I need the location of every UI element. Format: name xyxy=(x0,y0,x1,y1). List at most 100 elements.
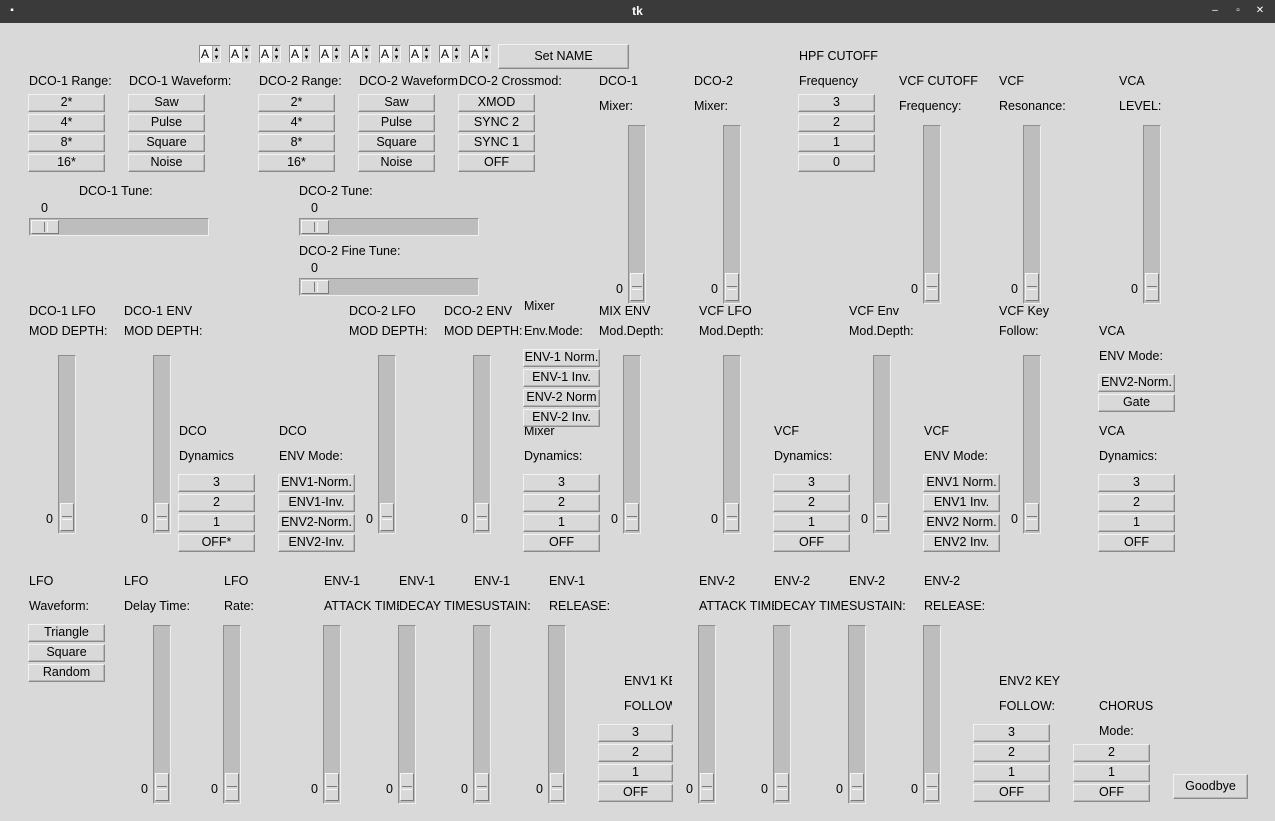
button-vcf-dyn-3[interactable]: OFF xyxy=(773,534,850,552)
button-vcf-dyn-0[interactable]: 3 xyxy=(773,474,850,492)
slider-env2-dec[interactable] xyxy=(773,625,791,804)
spinner-arrows-icon[interactable]: ▲ ▼ xyxy=(452,46,460,62)
button-dco-dyn-2[interactable]: 1 xyxy=(178,514,255,532)
button-vcf-envmode-0[interactable]: ENV1 Norm. xyxy=(923,474,1000,492)
button-dco1-wave-0[interactable]: Saw xyxy=(128,94,205,112)
button-env2key-1[interactable]: 2 xyxy=(973,744,1050,762)
button-dco-envmode-0[interactable]: ENV1-Norm. xyxy=(278,474,355,492)
button-dco2-wave-0[interactable]: Saw xyxy=(358,94,435,112)
char-spinner-1[interactable]: A ▲ ▼ xyxy=(199,45,221,63)
slider-dco2-env[interactable] xyxy=(473,355,491,534)
button-dco2-xmod-3[interactable]: OFF xyxy=(458,154,535,172)
slider-thumb[interactable] xyxy=(60,503,74,531)
button-env2key-3[interactable]: OFF xyxy=(973,784,1050,802)
char-spinner-4[interactable]: A ▲ ▼ xyxy=(289,45,311,63)
slider-thumb[interactable] xyxy=(700,773,714,801)
button-lfo-wave-0[interactable]: Triangle xyxy=(28,624,105,642)
slider-thumb[interactable] xyxy=(925,273,939,301)
close-icon[interactable]: ✕ xyxy=(1254,5,1266,17)
slider-lfo-rate[interactable] xyxy=(223,625,241,804)
button-dco2-wave-3[interactable]: Noise xyxy=(358,154,435,172)
spinner-arrows-icon[interactable]: ▲ ▼ xyxy=(392,46,400,62)
button-lfo-wave-2[interactable]: Random xyxy=(28,664,105,682)
button-env2key-2[interactable]: 1 xyxy=(973,764,1050,782)
button-dco-dyn-0[interactable]: 3 xyxy=(178,474,255,492)
spinner-arrows-icon[interactable]: ▲ ▼ xyxy=(302,46,310,62)
button-vcf-dyn-1[interactable]: 2 xyxy=(773,494,850,512)
button-vcf-envmode-1[interactable]: ENV1 Inv. xyxy=(923,494,1000,512)
button-lfo-wave-1[interactable]: Square xyxy=(28,644,105,662)
slider-thumb[interactable] xyxy=(301,280,329,294)
button-chorus-0[interactable]: 2 xyxy=(1073,744,1150,762)
char-spinner-5[interactable]: A ▲ ▼ xyxy=(319,45,341,63)
button-dco2-range-0[interactable]: 2* xyxy=(258,94,335,112)
button-hpf-3[interactable]: 0 xyxy=(798,154,875,172)
button-dco-envmode-3[interactable]: ENV2-Inv. xyxy=(278,534,355,552)
button-dco1-wave-3[interactable]: Noise xyxy=(128,154,205,172)
button-mix-dyn-0[interactable]: 3 xyxy=(523,474,600,492)
slider-vcf-res[interactable] xyxy=(1023,125,1041,304)
slider-dco2-tune[interactable] xyxy=(299,218,479,236)
char-spinner-6[interactable]: A ▲ ▼ xyxy=(349,45,371,63)
button-vcf-dyn-2[interactable]: 1 xyxy=(773,514,850,532)
button-mix-envmode-3[interactable]: ENV-2 Inv. xyxy=(523,409,600,427)
slider-thumb[interactable] xyxy=(380,503,394,531)
button-mix-envmode-1[interactable]: ENV-1 Inv. xyxy=(523,369,600,387)
slider-thumb[interactable] xyxy=(31,220,59,234)
button-hpf-0[interactable]: 3 xyxy=(798,94,875,112)
button-dco-dyn-3[interactable]: OFF* xyxy=(178,534,255,552)
goodbye-button[interactable]: Goodbye xyxy=(1173,774,1248,799)
slider-thumb[interactable] xyxy=(325,773,339,801)
button-vca-dyn-2[interactable]: 1 xyxy=(1098,514,1175,532)
minimize-icon[interactable]: – xyxy=(1209,5,1221,17)
char-spinner-3[interactable]: A ▲ ▼ xyxy=(259,45,281,63)
button-vca-envmode-0[interactable]: ENV2-Norm. xyxy=(1098,374,1175,392)
button-chorus-2[interactable]: OFF xyxy=(1073,784,1150,802)
slider-dco2-mix[interactable] xyxy=(723,125,741,304)
button-env1key-2[interactable]: 1 xyxy=(598,764,673,782)
slider-env2-att[interactable] xyxy=(698,625,716,804)
spinner-arrows-icon[interactable]: ▲ ▼ xyxy=(272,46,280,62)
button-mix-envmode-0[interactable]: ENV-1 Norm. xyxy=(523,349,600,367)
button-dco2-wave-2[interactable]: Square xyxy=(358,134,435,152)
slider-thumb[interactable] xyxy=(925,773,939,801)
button-dco-dyn-1[interactable]: 2 xyxy=(178,494,255,512)
slider-dco2-fine[interactable] xyxy=(299,278,479,296)
slider-thumb[interactable] xyxy=(301,220,329,234)
button-mix-dyn-1[interactable]: 2 xyxy=(523,494,600,512)
slider-dco1-mix[interactable] xyxy=(628,125,646,304)
button-hpf-1[interactable]: 2 xyxy=(798,114,875,132)
button-env2key-0[interactable]: 3 xyxy=(973,724,1050,742)
slider-thumb[interactable] xyxy=(1025,273,1039,301)
button-vcf-envmode-3[interactable]: ENV2 Inv. xyxy=(923,534,1000,552)
spinner-arrows-icon[interactable]: ▲ ▼ xyxy=(482,46,490,62)
slider-lfo-delay[interactable] xyxy=(153,625,171,804)
char-spinner-2[interactable]: A ▲ ▼ xyxy=(229,45,251,63)
slider-thumb[interactable] xyxy=(630,273,644,301)
spinner-arrows-icon[interactable]: ▲ ▼ xyxy=(242,46,250,62)
slider-thumb[interactable] xyxy=(155,773,169,801)
button-dco2-range-3[interactable]: 16* xyxy=(258,154,335,172)
slider-env2-sus[interactable] xyxy=(848,625,866,804)
slider-thumb[interactable] xyxy=(1025,503,1039,531)
slider-thumb[interactable] xyxy=(850,773,864,801)
spinner-arrows-icon[interactable]: ▲ ▼ xyxy=(332,46,340,62)
button-dco1-range-1[interactable]: 4* xyxy=(28,114,105,132)
button-dco-envmode-2[interactable]: ENV2-Norm. xyxy=(278,514,355,532)
button-dco2-range-1[interactable]: 4* xyxy=(258,114,335,132)
slider-dco1-tune[interactable] xyxy=(29,218,209,236)
spinner-arrows-icon[interactable]: ▲ ▼ xyxy=(422,46,430,62)
slider-thumb[interactable] xyxy=(625,503,639,531)
button-mix-dyn-2[interactable]: 1 xyxy=(523,514,600,532)
slider-env2-rel[interactable] xyxy=(923,625,941,804)
button-hpf-2[interactable]: 1 xyxy=(798,134,875,152)
slider-thumb[interactable] xyxy=(475,773,489,801)
button-dco1-range-0[interactable]: 2* xyxy=(28,94,105,112)
spinner-arrows-icon[interactable]: ▲ ▼ xyxy=(212,46,220,62)
button-chorus-1[interactable]: 1 xyxy=(1073,764,1150,782)
slider-vca-lvl[interactable] xyxy=(1143,125,1161,304)
button-dco2-xmod-1[interactable]: SYNC 2 xyxy=(458,114,535,132)
char-spinner-9[interactable]: A ▲ ▼ xyxy=(439,45,461,63)
slider-thumb[interactable] xyxy=(725,503,739,531)
button-dco1-wave-1[interactable]: Pulse xyxy=(128,114,205,132)
